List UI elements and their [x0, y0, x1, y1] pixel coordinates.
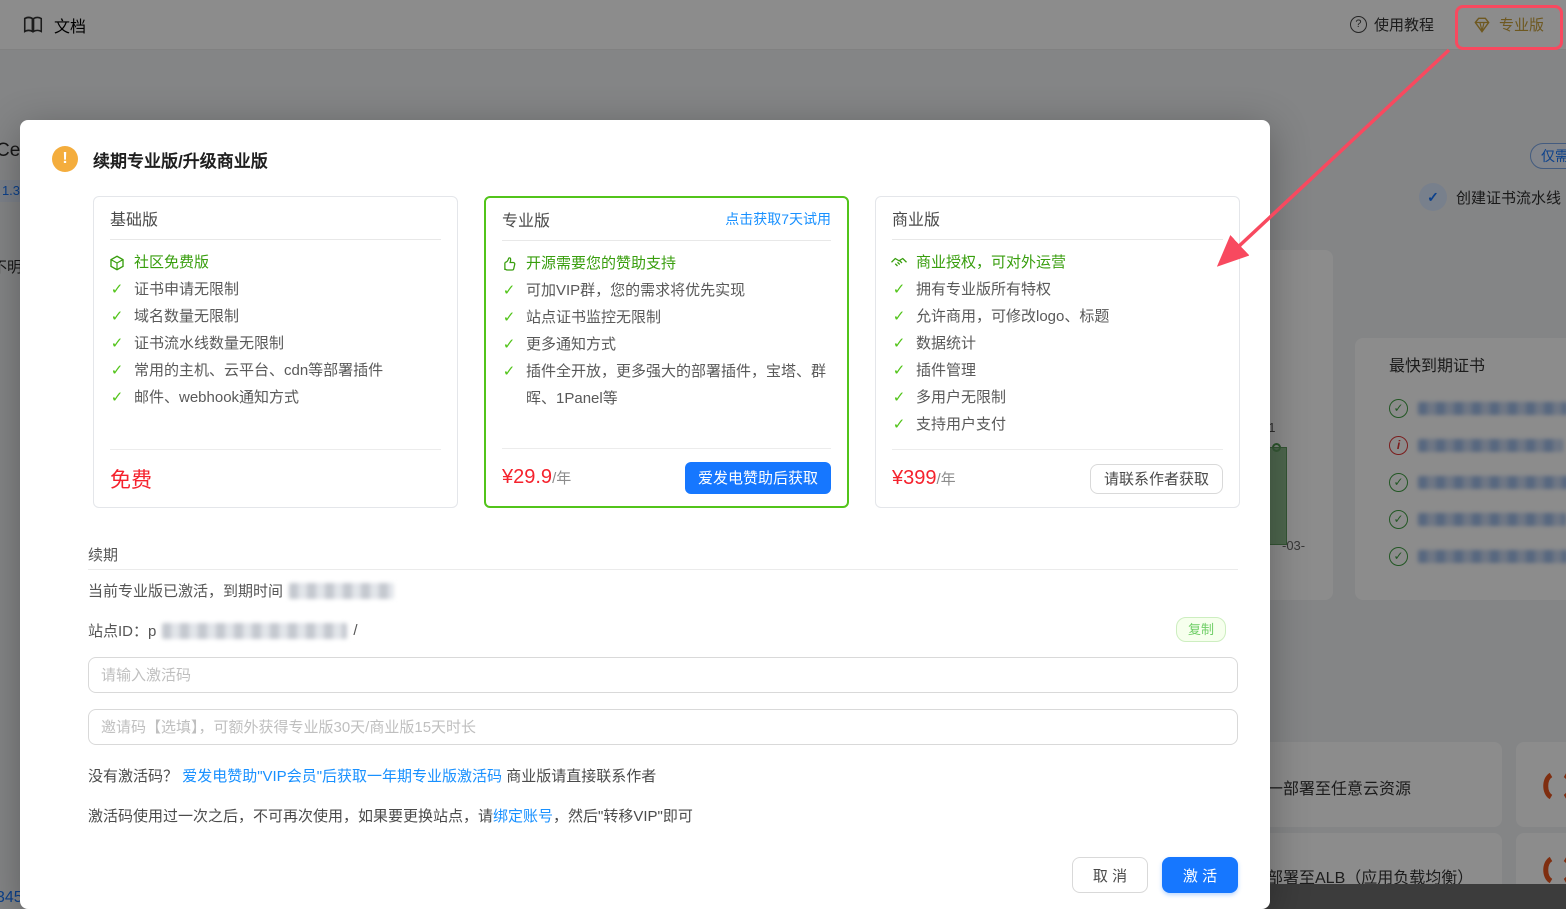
plan-feature: ✓ 数据统计 — [890, 330, 1225, 357]
plan-feature: ✓ 可加VIP群，您的需求将优先实现 — [500, 277, 833, 304]
plan-feature: ✓ 允许商用，可修改logo、标题 — [890, 303, 1225, 330]
check-icon: ✓ — [110, 281, 124, 298]
site-id-row: 站点ID：p / — [88, 622, 358, 640]
copy-button[interactable]: 复制 — [1175, 617, 1226, 642]
package-icon — [108, 249, 126, 276]
sponsor-link[interactable]: 爱发电赞助"VIP会员"后获取一年期专业版激活码 — [182, 768, 502, 785]
check-icon: ✓ — [110, 389, 124, 406]
contact-author-button[interactable]: 请联系作者获取 — [1089, 463, 1223, 494]
check-icon: ✓ — [110, 308, 124, 325]
trial-link[interactable]: 点击获取7天试用 — [725, 209, 831, 229]
divider — [88, 569, 1238, 570]
plan-feature: ✓ 邮件、webhook通知方式 — [108, 384, 443, 411]
check-icon: ✓ — [892, 281, 906, 298]
bind-account-link[interactable]: 绑定账号 — [493, 808, 553, 825]
plan-card-basic: 基础版 社区免费版 ✓ 证书申请无限制 ✓ 域名数量无限制 ✓ 证书流水线数量无限制 … — [93, 196, 458, 508]
plan-feature: ✓ 域名数量无限制 — [108, 303, 443, 330]
plan-feature: ✓ 站点证书监控无限制 — [500, 304, 833, 331]
activation-code-input[interactable] — [88, 657, 1238, 693]
cancel-button[interactable]: 取 消 — [1072, 857, 1148, 893]
check-icon: ✓ — [502, 282, 516, 299]
check-icon: ✓ — [110, 362, 124, 379]
plan-card-business: 商业版 商业授权，可对外运营 ✓ 拥有专业版所有特权 ✓ 允许商用，可修改logo、… — [875, 196, 1240, 508]
plan-headline: 社区免费版 — [108, 249, 443, 276]
check-icon: ✓ — [892, 308, 906, 325]
redacted-site-id — [162, 622, 348, 639]
plan-card-pro: 专业版 点击获取7天试用 开源需要您的赞助支持 ✓ 可加VIP群，您的需求将优先实… — [484, 196, 849, 508]
plan-feature: ✓ 插件全开放，更多强大的部署插件，宝塔、群晖、1Panel等 — [500, 358, 833, 412]
plan-feature: ✓ 更多通知方式 — [500, 331, 833, 358]
renew-section-title: 续期 — [88, 547, 119, 564]
plan-price: 免费 — [110, 468, 152, 492]
plan-headline-label: 开源需要您的赞助支持 — [526, 255, 677, 272]
plan-price: ¥29.9 — [502, 466, 553, 488]
invite-code-input[interactable] — [88, 709, 1238, 745]
plan-price: ¥399 — [892, 467, 937, 489]
plan-feature: ✓ 证书申请无限制 — [108, 276, 443, 303]
check-icon: ✓ — [502, 363, 516, 380]
check-icon: ✓ — [892, 335, 906, 352]
plan-headline-label: 社区免费版 — [134, 254, 210, 271]
check-icon: ✓ — [110, 335, 124, 352]
help-line-1: 没有激活码？ 爱发电赞助"VIP会员"后获取一年期专业版激活码 商业版请直接联系… — [88, 768, 657, 785]
warning-icon: ! — [52, 146, 78, 172]
activate-button[interactable]: 激 活 — [1162, 857, 1238, 893]
modal-title: 续期专业版/升级商业版 — [93, 151, 268, 171]
upgrade-modal: ! 续期专业版/升级商业版 基础版 社区免费版 ✓ 证书申请无限制 ✓ 域名数量无限… — [20, 120, 1270, 909]
plan-feature: ✓ 多用户无限制 — [890, 384, 1225, 411]
plan-name: 商业版 — [892, 212, 941, 229]
check-icon: ✓ — [892, 416, 906, 433]
plan-name: 专业版 — [502, 213, 551, 230]
plan-feature: ✓ 拥有专业版所有特权 — [890, 276, 1225, 303]
plan-headline-label: 商业授权，可对外运营 — [916, 254, 1067, 271]
plan-feature: ✓ 支持用户支付 — [890, 411, 1225, 438]
handshake-icon — [890, 249, 908, 276]
plan-name: 基础版 — [110, 212, 159, 229]
plan-feature: ✓ 插件管理 — [890, 357, 1225, 384]
thumbs-up-icon — [500, 250, 518, 277]
check-icon: ✓ — [502, 309, 516, 326]
sponsor-get-button[interactable]: 爱发电赞助后获取 — [684, 461, 831, 494]
plan-headline: 商业授权，可对外运营 — [890, 249, 1225, 276]
redacted-expiry-date — [289, 582, 395, 599]
plan-feature: ✓ 证书流水线数量无限制 — [108, 330, 443, 357]
check-icon: ✓ — [502, 336, 516, 353]
check-icon: ✓ — [892, 389, 906, 406]
plan-headline: 开源需要您的赞助支持 — [500, 250, 833, 277]
plan-feature: ✓ 常用的主机、云平台、cdn等部署插件 — [108, 357, 443, 384]
check-icon: ✓ — [892, 362, 906, 379]
plan-price-unit: /年 — [552, 470, 572, 487]
activation-status: 当前专业版已激活，到期时间 — [88, 580, 395, 601]
plan-price-unit: /年 — [936, 471, 956, 488]
app-window: 文档 ? 使用教程 专业版 Cer 1.3 不明 345 仅需 ✓ 创建证书流水… — [0, 0, 1566, 909]
help-line-2: 激活码使用过一次之后，不可再次使用，如果要更换站点，请绑定账号，然后"转移VIP… — [88, 808, 693, 825]
